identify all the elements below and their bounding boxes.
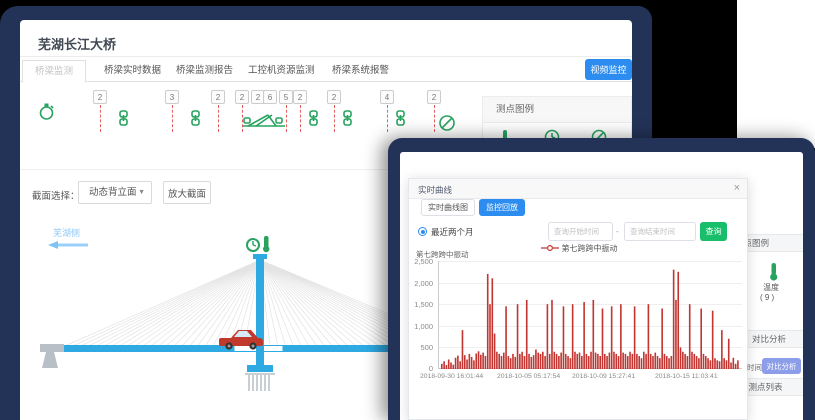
y-tick: 1,500 [414, 300, 433, 309]
query-button[interactable]: 查询 [700, 222, 727, 241]
last-two-months-label: 最近两个月 [431, 226, 474, 238]
sensor-dash-line [434, 105, 435, 132]
y-tick: 1,000 [414, 322, 433, 331]
background-window-fragment [737, 0, 815, 148]
legend-marker-icon [541, 244, 559, 254]
tower-top-sensor-icons [247, 236, 269, 252]
sensor-count-badge: 2 [93, 90, 107, 104]
prohibited-sensor-icon[interactable] [438, 114, 456, 137]
temperature-count: ( 9 ) [760, 293, 774, 302]
query-start-time-input[interactable] [548, 222, 613, 241]
tab-realtime-curve[interactable]: 实时曲线图 [421, 199, 475, 216]
temperature-label: 温度 [763, 282, 793, 293]
sensor-count-badge: 2 [211, 90, 225, 104]
y-tick: 2,000 [414, 279, 433, 288]
tab-bridge-monitor[interactable]: 桥梁监测 [22, 60, 86, 83]
x-tick: 2018-10-15 11:03:41 [655, 373, 718, 380]
sensor-dash-line [218, 105, 219, 132]
chart-plot-area: 2,500 2,000 1,500 1,000 500 0 2018-09-30… [438, 261, 741, 369]
sensor-count-badge: 3 [165, 90, 179, 104]
chain-link-sensor-icon[interactable] [395, 110, 406, 131]
sensor-count-badge: 6 [263, 90, 277, 104]
chain-link-sensor-icon[interactable] [308, 110, 319, 131]
page-title: 芜湖长江大桥 [38, 34, 116, 53]
y-tick: 0 [429, 364, 433, 373]
x-tick: 2018-09-30 16:01:44 [420, 373, 483, 380]
chain-link-sensor-icon[interactable] [190, 110, 201, 131]
tab-ipc-resource[interactable]: 工控机资源监测 [242, 60, 321, 82]
query-end-time-input[interactable] [624, 222, 696, 241]
sensor-dash-line [286, 105, 287, 132]
sensor-count-badge: 2 [427, 90, 441, 104]
section-select-label: 截面选择： [32, 188, 80, 202]
tab-realtime-data[interactable]: 桥梁实时数据 [98, 60, 167, 82]
sensor-dash-line [334, 105, 335, 132]
compare-analysis-button[interactable]: 对比分析 [762, 358, 801, 374]
zoom-section-button[interactable]: 放大截面 [163, 181, 211, 204]
sensor-count-badge: 4 [380, 90, 394, 104]
sensor-count-badge: 2 [235, 90, 249, 104]
stopwatch-icon[interactable] [38, 102, 55, 126]
range-separator: - [616, 227, 619, 236]
tab-bar: 桥梁监测 桥梁实时数据 桥梁监测报告 工控机资源监测 桥梁系统报警 视频监控 [20, 57, 632, 82]
chevron-down-icon: ▼ [138, 182, 145, 203]
x-axis-label: 时间 [747, 362, 762, 373]
chain-link-sensor-icon[interactable] [342, 110, 353, 131]
chain-link-sensor-icon[interactable] [118, 110, 129, 131]
x-tick: 2018-10-09 15:27:41 [572, 373, 635, 380]
left-arrow-icon [48, 237, 90, 255]
section-select-dropdown[interactable]: 动态背立面 ▼ [78, 181, 152, 204]
abutment-pier [40, 344, 64, 368]
screenshot-stage: 芜湖长江大桥 桥梁监测 桥梁实时数据 桥梁监测报告 工控机资源监测 桥梁系统报警… [0, 0, 815, 420]
tab-system-alarm[interactable]: 桥梁系统报警 [326, 60, 395, 82]
x-tick: 2018-10-05 05:17:54 [497, 373, 560, 380]
bridge-truss-sensor-icon[interactable] [242, 110, 286, 135]
y-tick: 2,500 [414, 257, 433, 266]
section-select-value: 动态背立面 [89, 187, 137, 198]
modal-header: 实时曲线 × [409, 179, 747, 199]
point-legend-title: 测点图例 [483, 97, 631, 123]
last-two-months-radio[interactable] [418, 227, 427, 236]
sensor-dash-line [172, 105, 173, 132]
sensor-dash-line [387, 105, 388, 132]
y-tick: 500 [420, 343, 433, 352]
tab-monitor-playback[interactable]: 监控回放 [479, 199, 525, 216]
close-icon[interactable]: × [734, 182, 740, 194]
modal-title: 实时曲线 [418, 184, 452, 196]
sensor-dash-line [100, 105, 101, 132]
vibration-bar-series [439, 261, 742, 369]
tab-monitor-report[interactable]: 桥梁监测报告 [170, 60, 239, 82]
dialog-window-frame: 测点图例 温度 ( 9 ) 对比分析 对比分析 监测点列表 实时曲线 × 实时曲… [388, 138, 815, 420]
legend-label: 第七跨跨中振动 [562, 244, 618, 253]
sensor-dash-line [300, 105, 301, 132]
realtime-curve-modal: 实时曲线 × 实时曲线图 监控回放 最近两个月 - 查询 第七跨跨中振动 第七跨… [408, 178, 748, 420]
sensor-count-badge: 2 [293, 90, 307, 104]
sensor-count-badge: 2 [327, 90, 341, 104]
dialog-window-content: 测点图例 温度 ( 9 ) 对比分析 对比分析 监测点列表 实时曲线 × 实时曲… [400, 152, 803, 420]
video-monitor-button[interactable]: 视频监控 [585, 59, 632, 80]
sensor-count-badge: 5 [279, 90, 293, 104]
